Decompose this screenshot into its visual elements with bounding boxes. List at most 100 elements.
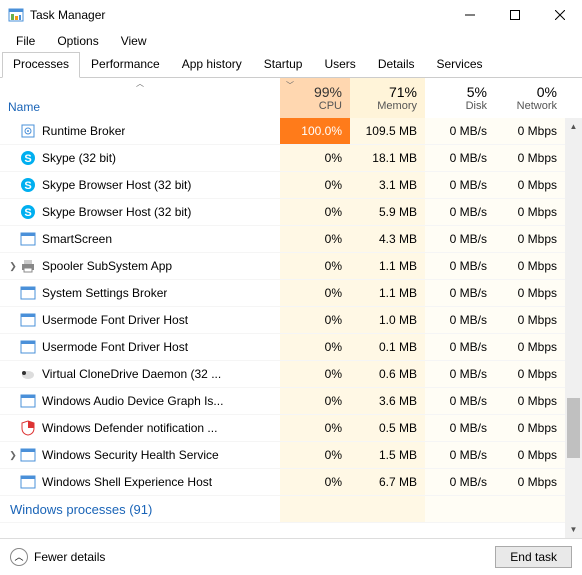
cell-disk: 0 MB/s [425, 334, 495, 360]
tab-details[interactable]: Details [367, 52, 426, 77]
table-row[interactable]: Windows Defender notification ...0%0.5 M… [0, 415, 582, 442]
header-disk[interactable]: 5% Disk [425, 78, 495, 118]
cell-memory: 1.1 MB [350, 280, 425, 306]
cell-disk: 0 MB/s [425, 118, 495, 144]
tab-services[interactable]: Services [426, 52, 494, 77]
menu-file[interactable]: File [6, 32, 45, 50]
cell-disk: 0 MB/s [425, 469, 495, 495]
maximize-button[interactable] [492, 0, 537, 30]
process-name: Windows Shell Experience Host [42, 475, 212, 489]
cell-cpu: 0% [280, 307, 350, 333]
process-name: SmartScreen [42, 232, 112, 246]
cell-cpu: 0% [280, 361, 350, 387]
menu-options[interactable]: Options [47, 32, 108, 50]
process-name: Skype (32 bit) [42, 151, 116, 165]
footer: ︿ Fewer details End task [0, 538, 582, 574]
scrollbar[interactable]: ▲ ▼ [565, 118, 582, 538]
header-name-label: Name [8, 100, 40, 114]
cell-network: 0 Mbps [495, 307, 565, 333]
network-percent: 0% [537, 84, 557, 100]
process-name: Windows Audio Device Graph Is... [42, 394, 223, 408]
window-title: Task Manager [30, 8, 105, 22]
group-row[interactable]: Windows processes (91) [0, 496, 582, 523]
cell-cpu: 0% [280, 442, 350, 468]
cell-network: 0 Mbps [495, 334, 565, 360]
cell-memory [350, 496, 425, 522]
tab-startup[interactable]: Startup [253, 52, 314, 77]
tab-performance[interactable]: Performance [80, 52, 171, 77]
table-row[interactable]: Usermode Font Driver Host0%0.1 MB0 MB/s0… [0, 334, 582, 361]
cell-disk: 0 MB/s [425, 253, 495, 279]
tab-app-history[interactable]: App history [171, 52, 253, 77]
table-row[interactable]: ❯Spooler SubSystem App0%1.1 MB0 MB/s0 Mb… [0, 253, 582, 280]
cell-memory: 1.1 MB [350, 253, 425, 279]
cell-network [495, 496, 565, 522]
tab-users[interactable]: Users [313, 52, 366, 77]
tab-processes[interactable]: Processes [2, 52, 80, 78]
menu-view[interactable]: View [111, 32, 157, 50]
cell-disk: 0 MB/s [425, 226, 495, 252]
process-name: Spooler SubSystem App [42, 259, 172, 273]
cpu-percent: 99% [314, 84, 342, 100]
disk-percent: 5% [467, 84, 487, 100]
memory-percent: 71% [389, 84, 417, 100]
expand-icon[interactable]: ❯ [6, 450, 20, 461]
header-memory[interactable]: 71% Memory [350, 78, 425, 118]
cell-network: 0 Mbps [495, 388, 565, 414]
table-row[interactable]: SSkype (32 bit)0%18.1 MB0 MB/s0 Mbps [0, 145, 582, 172]
cell-cpu [280, 496, 350, 522]
minimize-button[interactable] [447, 0, 492, 30]
cell-cpu: 100.0% [280, 118, 350, 144]
table-row[interactable]: SSkype Browser Host (32 bit)0%5.9 MB0 MB… [0, 199, 582, 226]
cell-disk: 0 MB/s [425, 361, 495, 387]
cell-cpu: 0% [280, 145, 350, 171]
process-icon [20, 366, 36, 382]
process-name: Skype Browser Host (32 bit) [42, 205, 191, 219]
cell-memory: 109.5 MB [350, 118, 425, 144]
app-icon [8, 7, 24, 23]
cell-disk: 0 MB/s [425, 388, 495, 414]
table-row[interactable]: SSkype Browser Host (32 bit)0%3.1 MB0 MB… [0, 172, 582, 199]
header-network[interactable]: 0% Network [495, 78, 565, 118]
cell-network: 0 Mbps [495, 172, 565, 198]
table-row[interactable]: SmartScreen0%4.3 MB0 MB/s0 Mbps [0, 226, 582, 253]
table-row[interactable]: Runtime Broker100.0%109.5 MB0 MB/s0 Mbps [0, 118, 582, 145]
cell-memory: 6.7 MB [350, 469, 425, 495]
expand-icon[interactable]: ❯ [6, 261, 20, 272]
cell-disk: 0 MB/s [425, 145, 495, 171]
network-label: Network [517, 100, 557, 112]
process-name: System Settings Broker [42, 286, 167, 300]
table-row[interactable]: System Settings Broker0%1.1 MB0 MB/s0 Mb… [0, 280, 582, 307]
fewer-details-button[interactable]: ︿ Fewer details [10, 548, 105, 566]
scroll-down-icon[interactable]: ▼ [565, 521, 582, 538]
table-row[interactable]: Windows Audio Device Graph Is...0%3.6 MB… [0, 388, 582, 415]
end-task-button[interactable]: End task [495, 546, 572, 568]
header-cpu[interactable]: ﹀ 99% CPU [280, 78, 350, 118]
cell-network: 0 Mbps [495, 280, 565, 306]
memory-label: Memory [377, 100, 417, 112]
header-name[interactable]: ︿ Name [0, 78, 280, 118]
cell-cpu: 0% [280, 226, 350, 252]
process-icon: S [20, 150, 36, 166]
cell-cpu: 0% [280, 172, 350, 198]
scroll-up-icon[interactable]: ▲ [565, 118, 582, 135]
cell-network: 0 Mbps [495, 361, 565, 387]
process-icon [20, 339, 36, 355]
table-row[interactable]: Usermode Font Driver Host0%1.0 MB0 MB/s0… [0, 307, 582, 334]
cell-disk: 0 MB/s [425, 280, 495, 306]
cpu-label: CPU [319, 100, 342, 112]
cell-memory: 3.6 MB [350, 388, 425, 414]
scroll-thumb[interactable] [567, 398, 580, 458]
cell-memory: 3.1 MB [350, 172, 425, 198]
cell-network: 0 Mbps [495, 415, 565, 441]
menubar: File Options View [0, 30, 582, 52]
cell-network: 0 Mbps [495, 199, 565, 225]
process-icon [20, 474, 36, 490]
cell-memory: 1.5 MB [350, 442, 425, 468]
table-row[interactable]: Virtual CloneDrive Daemon (32 ...0%0.6 M… [0, 361, 582, 388]
table-row[interactable]: ❯Windows Security Health Service0%1.5 MB… [0, 442, 582, 469]
cell-memory: 1.0 MB [350, 307, 425, 333]
cell-disk: 0 MB/s [425, 172, 495, 198]
table-row[interactable]: Windows Shell Experience Host0%6.7 MB0 M… [0, 469, 582, 496]
close-button[interactable] [537, 0, 582, 30]
